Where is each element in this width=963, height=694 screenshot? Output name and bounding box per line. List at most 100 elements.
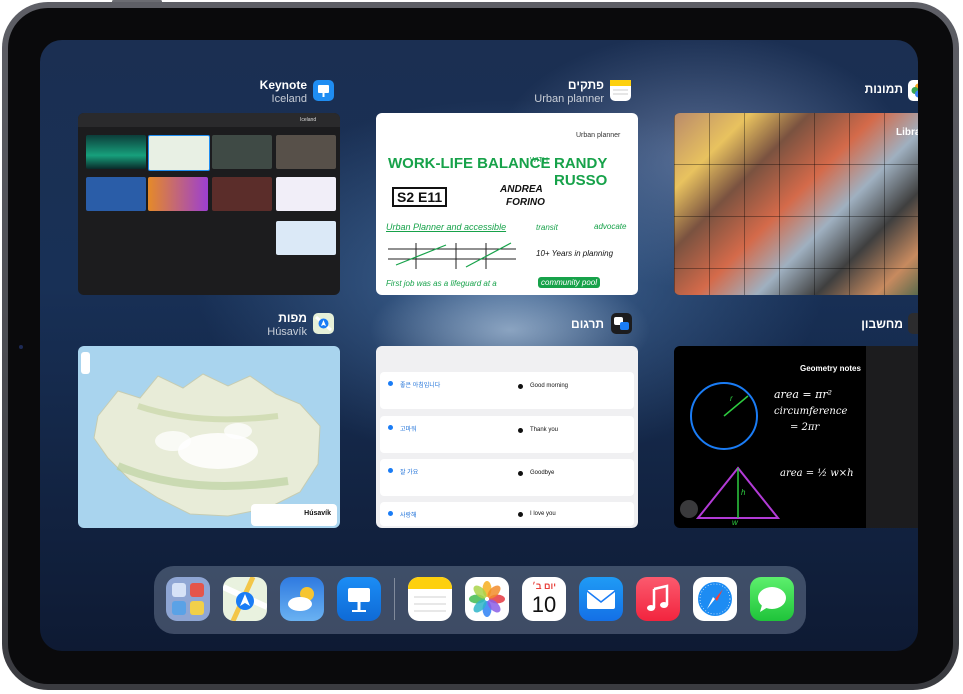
slide-8[interactable] [276,177,336,211]
map-controls[interactable] [81,352,90,374]
dock-separator [394,578,395,620]
weather-icon[interactable] [280,577,324,621]
slide-7[interactable] [212,177,272,211]
source-text: 사랑해 [400,513,417,519]
note-line-5: ANDREA [500,184,543,195]
target-text: I love you [530,511,556,517]
maps-card[interactable]: Húsavík [78,346,340,528]
keynote-title: Keynote [259,78,307,92]
calculator-card[interactable]: Geometry notes r h w area = πr² circumfe… [674,346,918,528]
keynote-icon [313,80,334,101]
keynote-doc-name: Iceland [300,117,317,123]
source-text: 잘 가요 [400,470,419,476]
calculator-title: מחשבון [861,317,903,331]
app-switcher-screen: Keynote Iceland Iceland פתקים Urban plan… [40,40,918,651]
photos-label: תמונות [783,82,903,96]
camera [19,345,23,349]
maps-title: מפות [278,311,307,325]
calc-sidebar [866,346,918,528]
notes-title: פתקים [567,78,604,92]
map-place-panel[interactable]: Húsavík [251,504,337,526]
maps-subtitle: Húsavík [267,326,307,338]
notes-subtitle: Urban planner [534,93,604,105]
geometry-label-h: h [741,488,746,497]
note-line-6: FORINO [506,197,545,208]
map-place-label: Húsavík [304,510,331,517]
keynote-subtitle: Iceland [271,93,307,105]
slide-1[interactable] [86,135,146,169]
geometry-drawing [690,382,781,519]
translate-icon [611,313,632,334]
messages-icon[interactable] [750,577,794,621]
formula-3: = 2πr [790,422,820,433]
note-line-2: WITH [530,157,548,164]
note-line-1: WORK-LIFE BALANCE [388,155,551,172]
formula-1: area = πr² [774,388,832,401]
slide-2[interactable] [148,135,210,171]
translate-row-4[interactable]: 사랑해 I love you [380,502,634,526]
source-dot [388,381,393,386]
note-line-8: transit [536,223,558,232]
source-text: 고마워 [400,427,417,433]
translate-row-1[interactable]: 좋은 아침입니다 Good morning [380,372,634,409]
keynote-card[interactable]: Iceland [78,113,340,295]
target-text: Thank you [530,427,559,433]
safari-icon[interactable] [693,577,737,621]
keynote-dock-icon[interactable] [337,577,381,621]
notes-dock-icon[interactable] [408,577,452,621]
note-line-11: First job was as a lifeguard at a [386,279,497,288]
photos-title: תמונות [864,82,903,96]
translate-title: תרגום [571,317,604,331]
dock: יום ב׳ 10 [154,566,806,634]
note-sketch [388,242,516,269]
calculator-label: מחשבון [783,317,903,331]
notes-label: פתקים Urban planner [404,78,604,106]
note-line-9: advocate [594,222,627,231]
photos-icon [908,80,918,101]
translate-row-2[interactable]: 고마워 Thank you [380,416,634,453]
maps-dock-icon[interactable] [223,577,267,621]
translate-row-3[interactable]: 잘 가요 Goodbye [380,459,634,496]
source-dot [388,468,393,473]
note-line-7: Urban Planner and accessible [386,222,507,232]
photos-card[interactable]: Libra [674,113,918,295]
notes-icon [610,80,631,101]
calendar-date: 10 [531,592,557,617]
note-line-12: community pool [538,277,601,288]
slide-6[interactable] [148,177,208,211]
geometry-label-w: w [732,518,738,527]
slide-3[interactable] [212,135,272,169]
notes-card[interactable]: Urban planner WORK-LIFE BALANCE WITH RAN… [376,113,638,295]
maps-icon [313,313,334,334]
target-text: Goodbye [530,470,555,476]
source-dot [388,511,393,516]
target-dot [518,512,523,517]
iceland-map [93,373,321,517]
note-line-10: 10+ Years in planning [536,249,614,258]
photo-grid [674,113,918,295]
slide-4[interactable] [276,135,336,169]
calendar-day: יום ב׳ [532,581,556,591]
calculator-button[interactable] [680,500,698,518]
calculator-icon [908,313,918,334]
notes-card-title: Urban planner [576,132,621,139]
keynote-label: Keynote Iceland [107,78,307,106]
note-line-4: S2 E11 [392,187,448,207]
source-text: 좋은 아침입니다 [400,383,441,389]
app-library-icon[interactable] [166,577,210,621]
target-dot [518,471,523,476]
translate-label: תרגום [484,317,604,331]
formula-4: area = ½ w×h [780,468,854,479]
music-icon[interactable] [636,577,680,621]
target-text: Good morning [530,383,569,389]
target-dot [518,384,523,389]
photos-dock-icon[interactable] [465,577,509,621]
calendar-icon[interactable]: יום ב׳ 10 [522,577,566,621]
photos-sidebar-label: Libra [896,127,918,138]
slide-5[interactable] [86,177,146,211]
source-dot [388,425,393,430]
slide-9[interactable] [276,221,336,255]
mail-icon[interactable] [579,577,623,621]
translate-card[interactable]: 좋은 아침입니다 Good morning 고마워 Thank you 잘 가요… [376,346,638,528]
maps-label: מפות Húsavík [107,311,307,339]
